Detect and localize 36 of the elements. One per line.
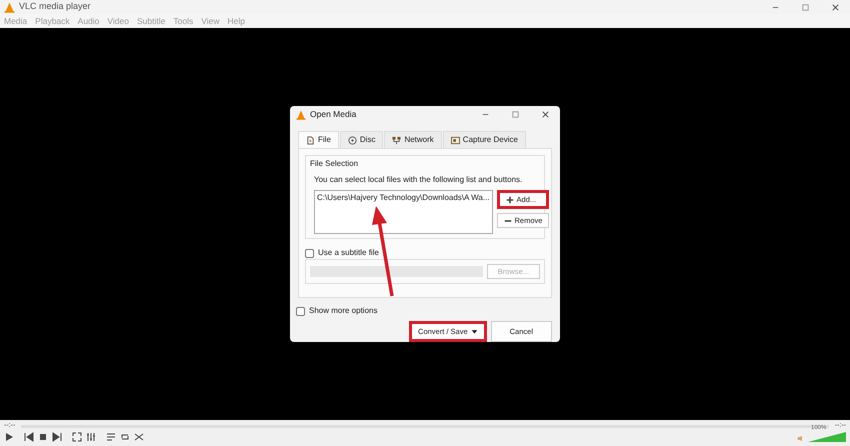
shuffle-icon[interactable] bbox=[134, 432, 144, 442]
equalizer-icon[interactable] bbox=[86, 432, 96, 442]
window-title: VLC media player bbox=[19, 0, 91, 14]
fullscreen-icon[interactable] bbox=[72, 432, 82, 442]
play-icon[interactable] bbox=[4, 432, 14, 442]
traffic-cone-icon bbox=[296, 110, 306, 120]
tab[interactable]: Network bbox=[384, 131, 442, 148]
disc-icon bbox=[348, 136, 357, 145]
network-icon bbox=[392, 136, 402, 145]
traffic-cone-icon bbox=[4, 2, 15, 12]
tab[interactable]: Disc bbox=[340, 131, 384, 148]
playlist-icon[interactable] bbox=[106, 432, 116, 442]
plus-icon bbox=[506, 196, 514, 204]
loop-icon[interactable] bbox=[120, 432, 130, 442]
caret-down-icon bbox=[470, 328, 478, 335]
checkbox-label: Use a subtitle file bbox=[318, 247, 379, 260]
checkbox-label: Show more options bbox=[309, 305, 378, 317]
capture-icon bbox=[450, 136, 460, 145]
stop-icon[interactable] bbox=[38, 432, 48, 442]
group-label: File Selection bbox=[310, 158, 360, 170]
subtitle-path-field[interactable] bbox=[310, 266, 483, 278]
file-icon bbox=[306, 136, 315, 145]
tab[interactable]: File bbox=[298, 131, 339, 148]
close-icon[interactable] bbox=[540, 110, 550, 120]
previous-icon[interactable] bbox=[24, 432, 34, 442]
speaker-icon bbox=[797, 435, 804, 442]
next-icon[interactable] bbox=[52, 432, 62, 442]
checkbox[interactable] bbox=[296, 306, 305, 316]
maximize-icon[interactable] bbox=[800, 2, 810, 12]
file-list[interactable]: C:\Users\Hajvery Technology\Downloads\A Wa... bbox=[314, 190, 493, 234]
maximize-icon[interactable] bbox=[510, 110, 520, 120]
file-path[interactable]: C:\Users\Hajvery Technology\Downloads\A Wa... bbox=[317, 192, 490, 204]
dialog-title: Open Media bbox=[310, 108, 356, 122]
hint-text: You can select local files with the following list and buttons. bbox=[314, 174, 524, 186]
tab[interactable]: Capture Device bbox=[442, 131, 526, 148]
close-icon[interactable] bbox=[830, 2, 840, 12]
